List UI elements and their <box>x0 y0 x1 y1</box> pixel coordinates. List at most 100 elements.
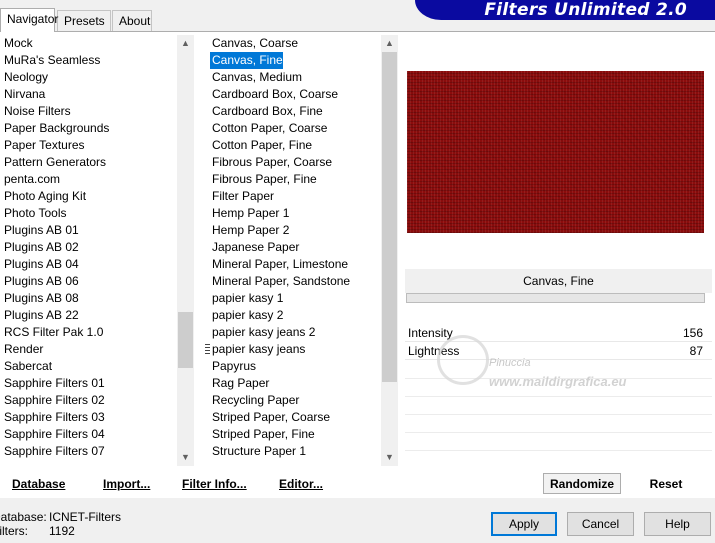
filter-item-row: papier kasy 1 <box>202 290 382 307</box>
filter-item[interactable]: Papyrus <box>202 358 382 375</box>
filter-item-row: papier kasy jeans <box>202 341 382 358</box>
title-banner: Filters Unlimited 2.0 <box>408 0 715 20</box>
filter-item[interactable]: Cotton Paper, Coarse <box>202 120 382 137</box>
filter-item[interactable]: Filter Paper <box>202 188 382 205</box>
filter-item[interactable]: papier kasy 1 <box>202 290 382 307</box>
filter-item[interactable]: Canvas, Medium <box>202 69 382 86</box>
chevron-up-icon[interactable]: ▲ <box>177 35 194 52</box>
category-item[interactable]: Plugins AB 02 <box>0 239 178 256</box>
category-item[interactable]: Noise Filters <box>0 103 178 120</box>
category-item[interactable]: Photo Aging Kit <box>0 188 178 205</box>
param-value: 156 <box>682 326 703 340</box>
category-item[interactable]: Sapphire Filters 03 <box>0 409 178 426</box>
category-item[interactable]: Neology <box>0 69 178 86</box>
divider <box>405 414 712 415</box>
filter-item[interactable]: papier kasy jeans 2 <box>202 324 382 341</box>
filter-item-row: Recycling Paper <box>202 392 382 409</box>
filter-item[interactable]: Canvas, Coarse <box>202 35 382 52</box>
category-item[interactable]: Sapphire Filters 02 <box>0 392 178 409</box>
chevron-down-icon[interactable]: ▼ <box>381 449 398 466</box>
watermark-url: www.maildirgrafica.eu <box>489 374 627 389</box>
preview-panel <box>405 38 712 263</box>
filter-item[interactable]: Mineral Paper, Limestone <box>202 256 382 273</box>
category-item[interactable]: Nirvana <box>0 86 178 103</box>
category-item[interactable]: Plugins AB 22 <box>0 307 178 324</box>
category-scroll-thumb[interactable] <box>178 312 193 368</box>
filter-item-row: Mineral Paper, Sandstone <box>202 273 382 290</box>
category-item[interactable]: RCS Filter Pak 1.0 <box>0 324 178 341</box>
category-item[interactable]: Plugins AB 08 <box>0 290 178 307</box>
status-database-label: Database: <box>0 510 47 524</box>
filter-list[interactable]: Canvas, Coarse Canvas, Fine Canvas, Medium… <box>202 35 398 466</box>
filter-item[interactable]: papier kasy 2 <box>202 307 382 324</box>
chevron-up-icon[interactable]: ▲ <box>381 35 398 52</box>
category-item[interactable]: Plugins AB 06 <box>0 273 178 290</box>
tab-about[interactable]: About <box>112 10 152 31</box>
filter-item[interactable]: Recycling Paper <box>202 392 382 409</box>
category-item[interactable]: Sapphire Filters 07 <box>0 443 178 460</box>
param-value: 87 <box>689 344 703 358</box>
filter-item-row: Japanese Paper <box>202 239 382 256</box>
filter-item-row: papier kasy jeans 2 <box>202 324 382 341</box>
filter-item-row: Cotton Paper, Coarse <box>202 120 382 137</box>
filter-scroll-thumb[interactable] <box>382 52 397 382</box>
category-item[interactable]: Sapphire Filters 01 <box>0 375 178 392</box>
app-title: Filters Unlimited 2.0 <box>484 0 687 20</box>
category-item[interactable]: Mock <box>0 35 178 52</box>
filter-item[interactable]: Cotton Paper, Fine <box>202 137 382 154</box>
category-scrollbar[interactable]: ▲ ▼ <box>177 35 194 466</box>
reset-button[interactable]: Reset <box>628 473 704 494</box>
filter-item[interactable]: Fibrous Paper, Fine <box>202 171 382 188</box>
database-button[interactable]: Database <box>12 474 65 494</box>
filter-item-selected[interactable]: Canvas, Fine <box>210 52 283 69</box>
filter-item[interactable]: Hemp Paper 2 <box>202 222 382 239</box>
filter-item[interactable]: papier kasy jeans <box>202 341 382 358</box>
tab-navigator[interactable]: Navigator <box>0 8 58 32</box>
category-item[interactable]: Render <box>0 341 178 358</box>
category-item[interactable]: Photo Tools <box>0 205 178 222</box>
filter-item[interactable]: Cardboard Box, Fine <box>202 103 382 120</box>
divider <box>405 450 712 451</box>
filter-item[interactable]: Striped Paper, Fine <box>202 426 382 443</box>
filter-item-row: Cotton Paper, Fine <box>202 137 382 154</box>
import-button[interactable]: Import... <box>103 474 150 494</box>
filter-item-row: papier kasy 2 <box>202 307 382 324</box>
category-item[interactable]: penta.com <box>0 171 178 188</box>
filter-item[interactable]: Striped Paper, Coarse <box>202 409 382 426</box>
chevron-down-icon[interactable]: ▼ <box>177 449 194 466</box>
category-item[interactable]: Plugins AB 04 <box>0 256 178 273</box>
filter-item[interactable]: Japanese Paper <box>202 239 382 256</box>
divider <box>405 396 712 397</box>
filter-item-row: Papyrus <box>202 358 382 375</box>
filter-item[interactable]: Mineral Paper, Sandstone <box>202 273 382 290</box>
editor-button[interactable]: Editor... <box>279 474 323 494</box>
cancel-button[interactable]: Cancel <box>567 512 634 536</box>
filter-item[interactable]: Rag Paper <box>202 375 382 392</box>
divider <box>405 432 712 433</box>
filter-info-button[interactable]: Filter Info... <box>182 474 247 494</box>
filter-item[interactable]: Fibrous Paper, Coarse <box>202 154 382 171</box>
status-database-value: ICNET-Filters <box>49 510 121 524</box>
category-items: Mock MuRa's Seamless Neology Nirvana Noise F… <box>0 35 178 460</box>
filter-item-row: Canvas, Fine <box>202 52 382 69</box>
progress-bar <box>406 293 705 303</box>
apply-button[interactable]: Apply <box>491 512 557 536</box>
filter-item-row: Hemp Paper 2 <box>202 222 382 239</box>
randomize-button[interactable]: Randomize <box>543 473 621 494</box>
help-button[interactable]: Help <box>644 512 711 536</box>
category-item[interactable]: MuRa's Seamless <box>0 52 178 69</box>
category-item[interactable]: Plugins AB 01 <box>0 222 178 239</box>
category-item[interactable]: Paper Backgrounds <box>0 120 178 137</box>
database-button-label: Database <box>12 477 66 491</box>
filter-item[interactable]: Cardboard Box, Coarse <box>202 86 382 103</box>
category-item[interactable]: Pattern Generators <box>0 154 178 171</box>
filter-item[interactable]: Structure Paper 1 <box>202 443 382 460</box>
tab-presets[interactable]: Presets <box>57 10 111 31</box>
filter-item[interactable]: Hemp Paper 1 <box>202 205 382 222</box>
filter-item-row: Canvas, Medium <box>202 69 382 86</box>
category-item[interactable]: Paper Textures <box>0 137 178 154</box>
category-list[interactable]: Mock MuRa's Seamless Neology Nirvana Noise F… <box>0 35 194 466</box>
category-item[interactable]: Sapphire Filters 04 <box>0 426 178 443</box>
category-item[interactable]: Sabercat <box>0 358 178 375</box>
filter-scrollbar[interactable]: ▲ ▼ <box>381 35 398 466</box>
